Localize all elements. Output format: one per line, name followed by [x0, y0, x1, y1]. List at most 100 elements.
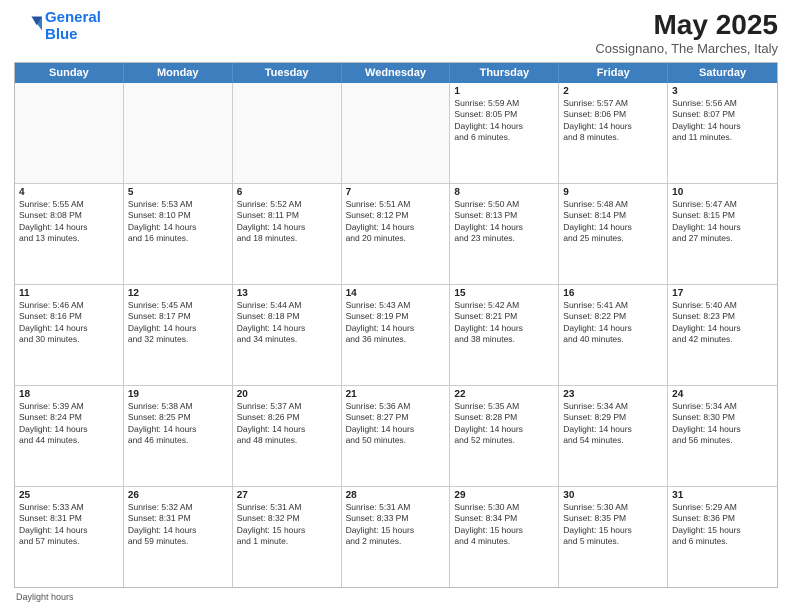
calendar: SundayMondayTuesdayWednesdayThursdayFrid… — [14, 62, 778, 588]
day-number: 29 — [454, 490, 554, 501]
day-header-friday: Friday — [559, 63, 668, 83]
day-cell: 7Sunrise: 5:51 AM Sunset: 8:12 PM Daylig… — [342, 184, 451, 284]
day-info: Sunrise: 5:32 AM Sunset: 8:31 PM Dayligh… — [128, 502, 228, 548]
logo-text: GeneralBlue — [45, 10, 101, 43]
logo-icon — [14, 13, 42, 41]
day-cell: 22Sunrise: 5:35 AM Sunset: 8:28 PM Dayli… — [450, 386, 559, 486]
day-cell: 13Sunrise: 5:44 AM Sunset: 8:18 PM Dayli… — [233, 285, 342, 385]
day-header-saturday: Saturday — [668, 63, 777, 83]
day-info: Sunrise: 5:40 AM Sunset: 8:23 PM Dayligh… — [672, 300, 773, 346]
header: GeneralBlue May 2025 Cossignano, The Mar… — [14, 10, 778, 56]
day-header-monday: Monday — [124, 63, 233, 83]
week-row-1: 4Sunrise: 5:55 AM Sunset: 8:08 PM Daylig… — [15, 183, 777, 284]
day-number: 4 — [19, 187, 119, 198]
day-info: Sunrise: 5:46 AM Sunset: 8:16 PM Dayligh… — [19, 300, 119, 346]
day-cell — [233, 83, 342, 183]
day-number: 3 — [672, 86, 773, 97]
day-info: Sunrise: 5:57 AM Sunset: 8:06 PM Dayligh… — [563, 98, 663, 144]
day-info: Sunrise: 5:29 AM Sunset: 8:36 PM Dayligh… — [672, 502, 773, 548]
day-info: Sunrise: 5:43 AM Sunset: 8:19 PM Dayligh… — [346, 300, 446, 346]
day-cell: 24Sunrise: 5:34 AM Sunset: 8:30 PM Dayli… — [668, 386, 777, 486]
day-cell: 10Sunrise: 5:47 AM Sunset: 8:15 PM Dayli… — [668, 184, 777, 284]
day-cell: 15Sunrise: 5:42 AM Sunset: 8:21 PM Dayli… — [450, 285, 559, 385]
day-number: 6 — [237, 187, 337, 198]
page: GeneralBlue May 2025 Cossignano, The Mar… — [0, 0, 792, 612]
day-info: Sunrise: 5:48 AM Sunset: 8:14 PM Dayligh… — [563, 199, 663, 245]
day-info: Sunrise: 5:35 AM Sunset: 8:28 PM Dayligh… — [454, 401, 554, 447]
day-header-thursday: Thursday — [450, 63, 559, 83]
day-info: Sunrise: 5:59 AM Sunset: 8:05 PM Dayligh… — [454, 98, 554, 144]
day-cell: 4Sunrise: 5:55 AM Sunset: 8:08 PM Daylig… — [15, 184, 124, 284]
day-number: 11 — [19, 288, 119, 299]
day-number: 31 — [672, 490, 773, 501]
day-info: Sunrise: 5:37 AM Sunset: 8:26 PM Dayligh… — [237, 401, 337, 447]
daylight-label: Daylight hours — [16, 592, 74, 602]
day-info: Sunrise: 5:50 AM Sunset: 8:13 PM Dayligh… — [454, 199, 554, 245]
day-info: Sunrise: 5:30 AM Sunset: 8:34 PM Dayligh… — [454, 502, 554, 548]
day-info: Sunrise: 5:52 AM Sunset: 8:11 PM Dayligh… — [237, 199, 337, 245]
day-number: 9 — [563, 187, 663, 198]
day-number: 24 — [672, 389, 773, 400]
day-cell: 9Sunrise: 5:48 AM Sunset: 8:14 PM Daylig… — [559, 184, 668, 284]
day-number: 30 — [563, 490, 663, 501]
day-info: Sunrise: 5:30 AM Sunset: 8:35 PM Dayligh… — [563, 502, 663, 548]
day-number: 18 — [19, 389, 119, 400]
day-cell: 21Sunrise: 5:36 AM Sunset: 8:27 PM Dayli… — [342, 386, 451, 486]
day-header-tuesday: Tuesday — [233, 63, 342, 83]
day-info: Sunrise: 5:41 AM Sunset: 8:22 PM Dayligh… — [563, 300, 663, 346]
day-number: 8 — [454, 187, 554, 198]
day-info: Sunrise: 5:45 AM Sunset: 8:17 PM Dayligh… — [128, 300, 228, 346]
day-info: Sunrise: 5:39 AM Sunset: 8:24 PM Dayligh… — [19, 401, 119, 447]
day-info: Sunrise: 5:56 AM Sunset: 8:07 PM Dayligh… — [672, 98, 773, 144]
day-info: Sunrise: 5:36 AM Sunset: 8:27 PM Dayligh… — [346, 401, 446, 447]
day-cell: 18Sunrise: 5:39 AM Sunset: 8:24 PM Dayli… — [15, 386, 124, 486]
day-cell: 29Sunrise: 5:30 AM Sunset: 8:34 PM Dayli… — [450, 487, 559, 587]
day-info: Sunrise: 5:47 AM Sunset: 8:15 PM Dayligh… — [672, 199, 773, 245]
day-cell: 31Sunrise: 5:29 AM Sunset: 8:36 PM Dayli… — [668, 487, 777, 587]
day-info: Sunrise: 5:31 AM Sunset: 8:32 PM Dayligh… — [237, 502, 337, 548]
week-row-2: 11Sunrise: 5:46 AM Sunset: 8:16 PM Dayli… — [15, 284, 777, 385]
day-cell: 19Sunrise: 5:38 AM Sunset: 8:25 PM Dayli… — [124, 386, 233, 486]
day-cell: 17Sunrise: 5:40 AM Sunset: 8:23 PM Dayli… — [668, 285, 777, 385]
day-cell: 11Sunrise: 5:46 AM Sunset: 8:16 PM Dayli… — [15, 285, 124, 385]
day-number: 17 — [672, 288, 773, 299]
week-row-3: 18Sunrise: 5:39 AM Sunset: 8:24 PM Dayli… — [15, 385, 777, 486]
day-number: 21 — [346, 389, 446, 400]
day-cell: 20Sunrise: 5:37 AM Sunset: 8:26 PM Dayli… — [233, 386, 342, 486]
title-block: May 2025 Cossignano, The Marches, Italy — [595, 10, 778, 56]
day-number: 20 — [237, 389, 337, 400]
footer: Daylight hours — [14, 592, 778, 602]
day-info: Sunrise: 5:34 AM Sunset: 8:30 PM Dayligh… — [672, 401, 773, 447]
day-info: Sunrise: 5:38 AM Sunset: 8:25 PM Dayligh… — [128, 401, 228, 447]
day-cell: 16Sunrise: 5:41 AM Sunset: 8:22 PM Dayli… — [559, 285, 668, 385]
day-number: 26 — [128, 490, 228, 501]
week-row-4: 25Sunrise: 5:33 AM Sunset: 8:31 PM Dayli… — [15, 486, 777, 587]
day-number: 25 — [19, 490, 119, 501]
day-cell — [342, 83, 451, 183]
day-number: 10 — [672, 187, 773, 198]
subtitle: Cossignano, The Marches, Italy — [595, 41, 778, 56]
day-cell — [15, 83, 124, 183]
day-cell: 6Sunrise: 5:52 AM Sunset: 8:11 PM Daylig… — [233, 184, 342, 284]
day-cell: 25Sunrise: 5:33 AM Sunset: 8:31 PM Dayli… — [15, 487, 124, 587]
day-number: 16 — [563, 288, 663, 299]
day-number: 7 — [346, 187, 446, 198]
day-number: 12 — [128, 288, 228, 299]
day-number: 19 — [128, 389, 228, 400]
day-info: Sunrise: 5:55 AM Sunset: 8:08 PM Dayligh… — [19, 199, 119, 245]
day-info: Sunrise: 5:42 AM Sunset: 8:21 PM Dayligh… — [454, 300, 554, 346]
day-info: Sunrise: 5:53 AM Sunset: 8:10 PM Dayligh… — [128, 199, 228, 245]
day-info: Sunrise: 5:34 AM Sunset: 8:29 PM Dayligh… — [563, 401, 663, 447]
day-cell: 5Sunrise: 5:53 AM Sunset: 8:10 PM Daylig… — [124, 184, 233, 284]
day-number: 27 — [237, 490, 337, 501]
day-cell: 2Sunrise: 5:57 AM Sunset: 8:06 PM Daylig… — [559, 83, 668, 183]
day-info: Sunrise: 5:44 AM Sunset: 8:18 PM Dayligh… — [237, 300, 337, 346]
day-cell: 1Sunrise: 5:59 AM Sunset: 8:05 PM Daylig… — [450, 83, 559, 183]
main-title: May 2025 — [595, 10, 778, 41]
day-number: 23 — [563, 389, 663, 400]
day-cell — [124, 83, 233, 183]
week-row-0: 1Sunrise: 5:59 AM Sunset: 8:05 PM Daylig… — [15, 83, 777, 183]
day-header-sunday: Sunday — [15, 63, 124, 83]
day-cell: 28Sunrise: 5:31 AM Sunset: 8:33 PM Dayli… — [342, 487, 451, 587]
day-cell: 8Sunrise: 5:50 AM Sunset: 8:13 PM Daylig… — [450, 184, 559, 284]
